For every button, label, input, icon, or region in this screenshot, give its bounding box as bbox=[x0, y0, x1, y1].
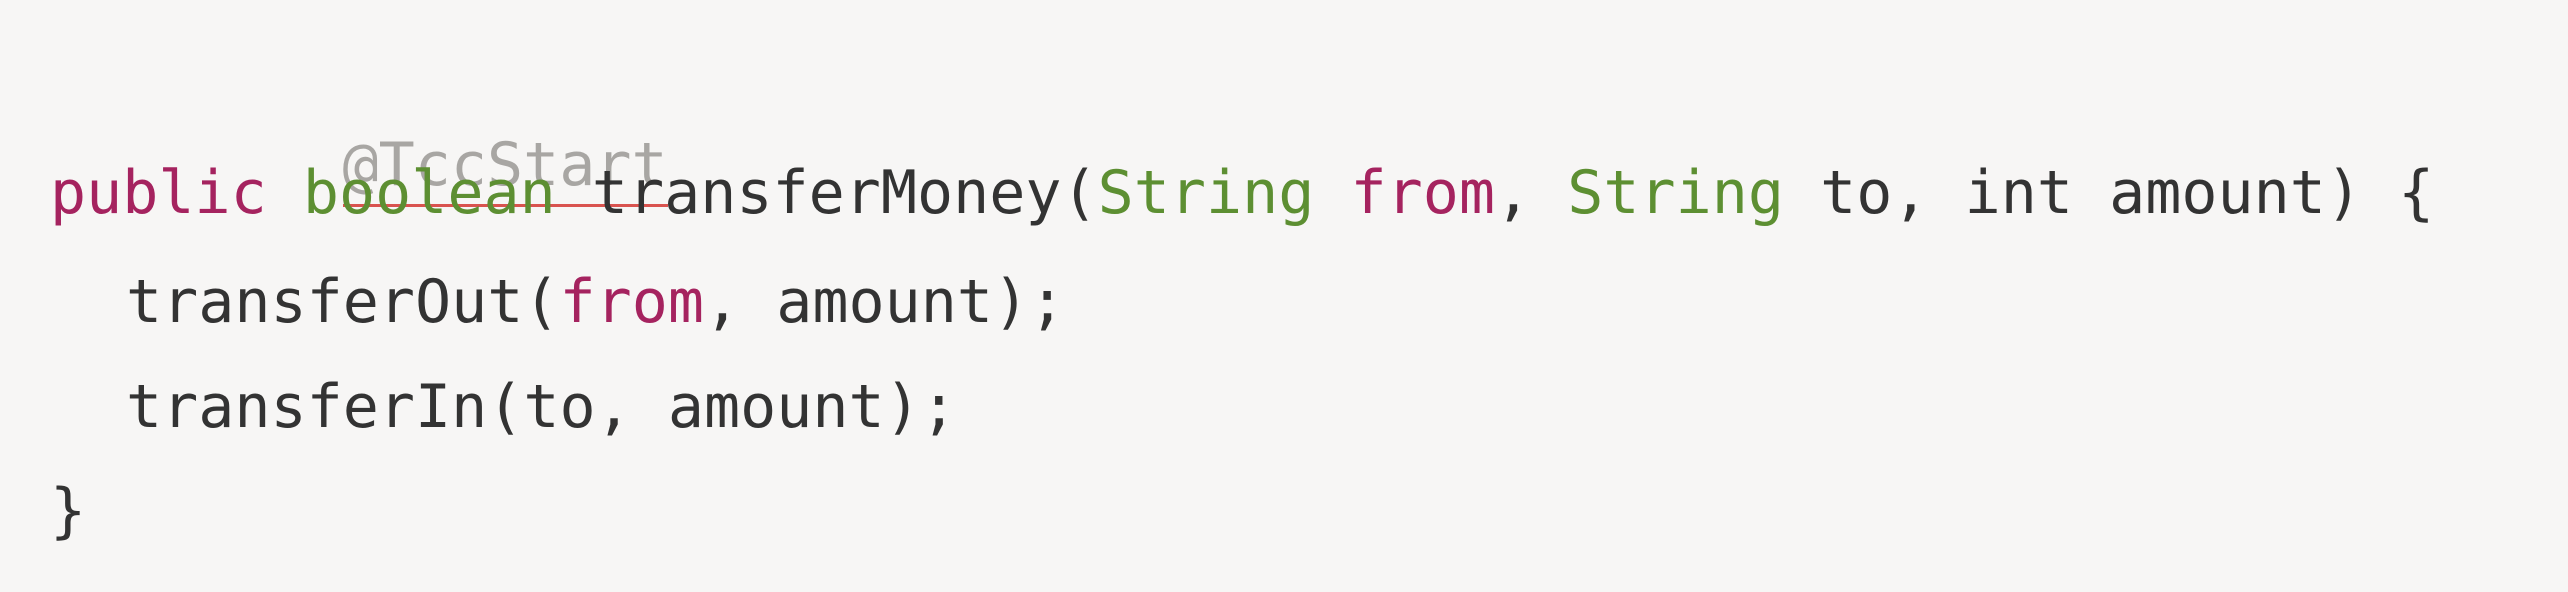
keyword-from: from bbox=[1350, 158, 1495, 228]
param-to: to, bbox=[1783, 158, 1965, 228]
code-block: @TccStart public boolean transferMoney(S… bbox=[0, 0, 2568, 592]
code-line-method-signature: public boolean transferMoney(String from… bbox=[50, 158, 2435, 228]
param-type-string: String bbox=[1097, 158, 1315, 228]
closing-brace: } bbox=[50, 476, 87, 546]
code-line-closing-brace: } bbox=[50, 471, 86, 551]
return-type: boolean bbox=[302, 158, 556, 228]
keyword-public: public bbox=[50, 158, 267, 228]
call-transfer-out: transferOut( bbox=[126, 267, 560, 337]
code-line-transfer-in: transferIn(to, amount); bbox=[126, 367, 957, 447]
param-int-amount: int amount bbox=[1964, 158, 2326, 228]
method-name: transferMoney bbox=[591, 158, 1062, 228]
keyword-from-arg: from bbox=[559, 267, 704, 337]
call-transfer-in: transferIn(to, amount); bbox=[126, 372, 957, 442]
param-type-string-2: String bbox=[1567, 158, 1784, 228]
code-line-annotation: @TccStart bbox=[198, 45, 668, 207]
code-line-transfer-out: transferOut(from, amount); bbox=[126, 267, 1066, 337]
